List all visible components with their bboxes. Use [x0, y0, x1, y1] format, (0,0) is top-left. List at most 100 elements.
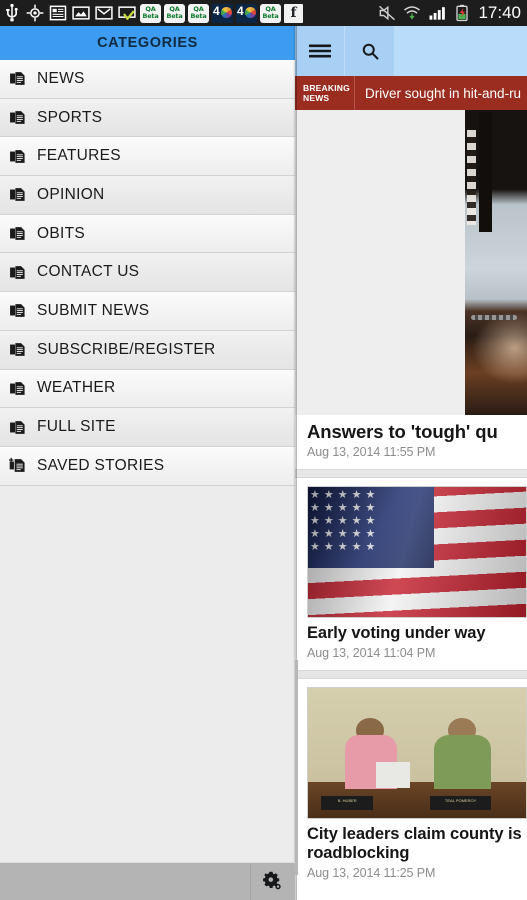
sidebar-item-full-site[interactable]: FULL SITE	[0, 408, 295, 447]
wifi-icon	[404, 6, 421, 20]
document-icon	[10, 188, 25, 202]
sms-check-icon	[118, 6, 136, 20]
sidebar-item-label: SAVED STORIES	[37, 456, 165, 474]
nbc4-notification-1: 4	[212, 3, 233, 23]
sidebar-item-label: WEATHER	[37, 379, 116, 397]
sidebar-item-saved-stories[interactable]: SAVED STORIES	[0, 446, 295, 486]
hamburger-menu-glyph	[308, 44, 331, 58]
gallery-photo-icon	[72, 6, 90, 20]
article-title: Answers to 'tough' qu	[307, 421, 498, 442]
app-bar	[295, 26, 527, 76]
council-nameplate-1: B. HUBER	[321, 795, 374, 811]
sidebar-item-submit-news[interactable]: SUBMIT NEWS	[0, 292, 295, 331]
american-flag-photo: ★★★★★★★★★★★★★★★★★★★★★★★★★	[307, 486, 527, 618]
article-text-block: Early voting under way Aug 13, 2014 11:0…	[295, 618, 527, 670]
breaking-news-tag: BREAKING NEWS	[295, 76, 355, 110]
search-glyph	[362, 43, 378, 60]
document-icon	[10, 111, 25, 124]
article-title: Early voting under way	[307, 624, 486, 642]
facebook-icon: f	[284, 3, 303, 23]
qa-beta-notification-4: QA Beta	[260, 3, 281, 23]
sidebar-item-label: SUBMIT NEWS	[37, 301, 150, 319]
battery-charging-icon	[456, 4, 469, 22]
news-feed-panel: BREAKING NEWS Driver sought in hit-and-r…	[295, 26, 527, 900]
flag-image: ★★★★★★★★★★★★★★★★★★★★★★★★★	[308, 487, 526, 617]
document-icon	[10, 265, 25, 279]
article-feed: Answers to 'tough' qu Aug 13, 2014 11:55…	[295, 110, 527, 890]
sidebar-item-features[interactable]: FEATURES	[0, 137, 295, 177]
page-title: CATEGORIES	[0, 26, 295, 60]
sidebar-item-subscribe-register[interactable]: SUBSCRIBE/REGISTER	[0, 330, 295, 370]
feed-scrollbar[interactable]	[295, 660, 298, 875]
peacock-logo-icon	[245, 6, 256, 18]
news-app-icon	[49, 5, 67, 21]
document-icon	[10, 304, 25, 318]
sidebar-item-opinion[interactable]: OPINION	[0, 176, 295, 215]
plus-badge-icon	[9, 458, 14, 463]
status-bar-notifications: QA Beta QA Beta QA Beta 4 4 QA Beta f	[2, 3, 377, 23]
search-icon[interactable]	[345, 26, 395, 76]
article-text-block: City leaders claim county is roadblockin…	[295, 819, 527, 890]
document-icon	[10, 420, 25, 434]
document-icon	[10, 149, 25, 163]
gps-location-icon	[26, 4, 44, 22]
breaking-news-banner[interactable]: BREAKING NEWS Driver sought in hit-and-r…	[295, 76, 527, 110]
document-icon	[10, 72, 25, 86]
sidebar-item-news[interactable]: NEWS	[0, 60, 295, 99]
nbc4-notification-2: 4	[236, 3, 257, 23]
article-timestamp: Aug 13, 2014 11:25 PM	[307, 866, 436, 880]
sidebar-item-label: SUBSCRIBE/REGISTER	[37, 340, 216, 358]
city-council-meeting-photo: B. HUBER TEAL POMEROY	[307, 687, 527, 819]
settings-gear-icon[interactable]	[250, 863, 295, 900]
council-image: B. HUBER TEAL POMEROY	[308, 688, 526, 818]
signal-bars-icon	[429, 7, 446, 20]
hero-image-photo	[465, 110, 527, 415]
sidebar-item-sports[interactable]: SPORTS	[0, 98, 295, 138]
council-nameplate-2: TEAL POMEROY	[430, 795, 492, 811]
sidebar-item-weather[interactable]: WEATHER	[0, 369, 295, 409]
document-add-icon	[9, 458, 25, 473]
peacock-logo-icon	[221, 6, 232, 18]
list-item[interactable]: B. HUBER TEAL POMEROY City leaders claim…	[295, 687, 527, 890]
android-status-bar: QA Beta QA Beta QA Beta 4 4 QA Beta f 17…	[0, 0, 527, 26]
courtroom-shackled-defendant-photo	[295, 110, 527, 415]
article-timestamp: Aug 13, 2014 11:55 PM	[307, 445, 436, 459]
article-timestamp: Aug 13, 2014 11:04 PM	[307, 646, 436, 660]
categories-drawer: CATEGORIES NEWS SPORTS FEATURES OPINION …	[0, 26, 295, 900]
status-bar-system-icons: 17:40	[377, 3, 523, 23]
sidebar-item-label: NEWS	[37, 69, 85, 87]
photo-post	[479, 112, 492, 232]
qa-beta-notification-2: QA Beta	[164, 3, 185, 23]
photo-rail	[467, 130, 476, 225]
hero-image-pad	[295, 110, 466, 415]
app-bar-spacer	[395, 26, 527, 76]
flag-sheen	[308, 487, 526, 617]
article-text-block: Answers to 'tough' qu Aug 13, 2014 11:55…	[295, 415, 527, 469]
mute-vibrate-icon	[379, 5, 396, 21]
list-item[interactable]: Answers to 'tough' qu Aug 13, 2014 11:55…	[295, 110, 527, 469]
sidebar-item-label: FULL SITE	[37, 418, 116, 436]
qa-beta-notification-3: QA Beta	[188, 3, 209, 23]
council-person-2-body	[434, 734, 492, 790]
breaking-tag-line1: BREAKING	[303, 83, 350, 93]
document-icon	[10, 227, 25, 240]
photo-chain	[471, 315, 517, 320]
sidebar-item-label: SPORTS	[37, 108, 103, 126]
council-paper	[375, 762, 411, 789]
article-title: City leaders claim county is roadblockin…	[307, 825, 522, 862]
breaking-tag-line2: NEWS	[303, 93, 330, 103]
council-wall	[308, 688, 526, 782]
document-icon	[10, 381, 25, 395]
usb-icon	[6, 3, 18, 22]
gear-glyph	[263, 871, 281, 889]
gmail-icon	[95, 6, 113, 20]
sidebar-item-label: OPINION	[37, 185, 105, 203]
list-item[interactable]: ★★★★★★★★★★★★★★★★★★★★★★★★★ Early voting u…	[295, 486, 527, 670]
list-divider	[295, 469, 527, 478]
hamburger-menu-icon[interactable]	[295, 26, 345, 76]
breaking-news-headline[interactable]: Driver sought in hit-and-ru	[355, 76, 527, 110]
sidebar-item-label: CONTACT US	[37, 263, 140, 281]
sidebar-item-obits[interactable]: OBITS	[0, 214, 295, 254]
sidebar-item-contact-us[interactable]: CONTACT US	[0, 253, 295, 293]
status-bar-clock: 17:40	[478, 3, 521, 22]
